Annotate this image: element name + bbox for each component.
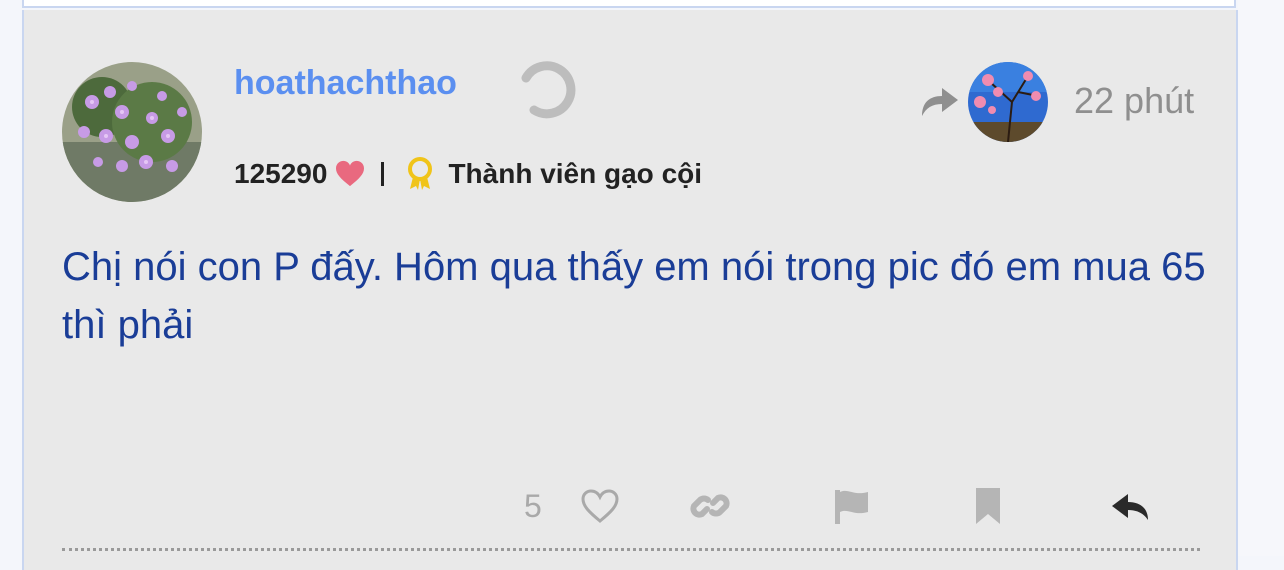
like-count: 5 (524, 487, 542, 524)
bookmark-icon (976, 488, 1000, 524)
spinner-icon (521, 61, 576, 119)
user-meta-row: 125290 Thành viên gạo cội (234, 154, 702, 194)
username-link[interactable]: hoathachthao (234, 64, 457, 103)
member-rank-label: Thành viên gạo cội (448, 158, 703, 189)
shared-from-avatar[interactable] (968, 62, 1048, 142)
heart-icon (336, 160, 365, 187)
avatar-flower-image (62, 62, 202, 202)
user-points: 125290 (234, 158, 328, 189)
post-actions-bar: 5 (0, 478, 1284, 534)
heart-outline-icon (581, 489, 619, 523)
reply-button[interactable] (1108, 478, 1152, 534)
avatar-blossom-image (968, 62, 1048, 142)
page-background-strip (1238, 0, 1284, 556)
share-arrow-icon[interactable] (918, 82, 962, 122)
bookmark-button[interactable] (972, 478, 1004, 534)
post-time: 22 phút (1074, 80, 1195, 121)
reply-icon (1112, 494, 1148, 520)
flag-icon (835, 490, 868, 524)
flag-button[interactable] (832, 478, 872, 534)
previous-post-card (22, 0, 1236, 8)
meta-separator (381, 162, 385, 186)
medal-icon (408, 157, 433, 190)
copy-link-button[interactable] (690, 478, 730, 534)
post-divider (62, 548, 1200, 551)
user-avatar[interactable] (62, 62, 202, 202)
link-icon (690, 494, 730, 518)
post-content: Chị nói con P đấy. Hôm qua thấy em nói t… (62, 245, 1206, 347)
like-button[interactable] (580, 478, 620, 534)
